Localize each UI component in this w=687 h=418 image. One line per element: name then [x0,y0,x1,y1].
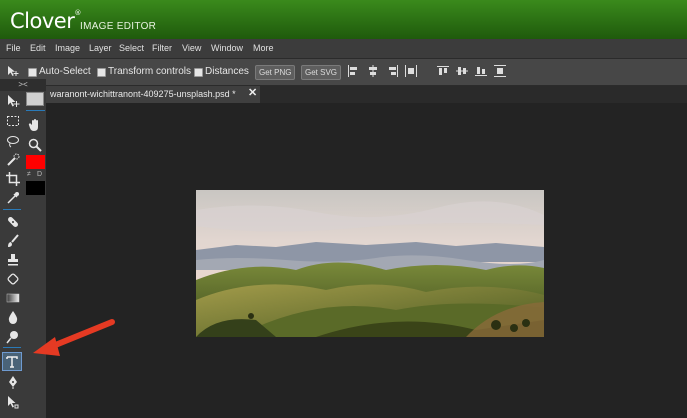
tool-preset-swatch[interactable] [26,92,44,106]
dodge-icon [6,331,18,344]
eraser-tool[interactable] [3,270,23,288]
menu-image[interactable]: Image [55,43,80,53]
hand-icon [28,119,38,131]
background-color-swatch[interactable] [26,181,45,195]
app-subtitle: IMAGE EDITOR [80,21,157,32]
get-png-button[interactable]: Get PNG [255,65,296,80]
marquee-icon [7,116,19,126]
healing-tool[interactable] [3,213,23,231]
quick-select-icon [7,153,20,166]
healing-icon [8,217,18,227]
close-tab-icon[interactable]: ✕ [248,88,257,99]
align-top-icon[interactable] [437,65,449,77]
move-icon [8,95,20,107]
menu-select[interactable]: Select [119,43,144,53]
pen-icon [9,376,17,389]
align-center-h-icon[interactable] [367,65,379,77]
align-middle-v-icon[interactable] [456,65,468,77]
dodge-tool[interactable] [3,328,23,346]
foreground-color-swatch[interactable] [26,155,45,169]
menu-view[interactable]: View [182,43,201,53]
document-image[interactable] [196,190,544,337]
brush-icon [8,234,19,247]
blur-icon [8,311,18,324]
options-bar: Auto-Select Transform controls Distances… [0,59,687,86]
get-svg-button[interactable]: Get SVG [301,65,342,80]
blur-tool[interactable] [3,308,23,326]
align-right-icon[interactable] [387,65,399,77]
menu-more[interactable]: More [253,43,274,53]
tool-separator [3,347,21,348]
path-select-icon [8,396,19,409]
stamp-tool[interactable] [3,251,23,269]
auto-select-checkbox[interactable] [28,68,37,77]
document-tab[interactable]: waranont-wichittranont-409275-unsplash.p… [46,86,260,103]
zoom-icon [28,138,42,152]
distances-label: Distances [205,66,249,77]
lasso-icon [7,136,19,148]
document-tab-title: waranont-wichittranont-409275-unsplash.p… [50,89,236,99]
align-bottom-icon[interactable] [475,65,487,77]
gradient-tool[interactable] [3,289,23,307]
move-tool-icon [7,65,19,77]
text-tool[interactable] [2,352,22,371]
app-header: Clover® IMAGE EDITOR [0,0,687,39]
menu-bar: File Edit Image Layer Select Filter View… [0,39,687,59]
text-icon [6,355,18,368]
distribute-v-icon[interactable] [494,65,506,77]
eyedropper-tool[interactable] [3,189,23,207]
crop-icon [6,172,20,186]
app-logo: Clover® [10,9,81,33]
landscape-photo [196,190,544,337]
menu-edit[interactable]: Edit [30,43,46,53]
toolbar-toggle[interactable]: >< [0,79,46,91]
default-colors-button[interactable]: D [37,171,42,178]
marquee-tool[interactable] [3,112,23,130]
brush-tool[interactable] [3,232,23,250]
distances-checkbox[interactable] [194,68,203,77]
gradient-icon [6,293,20,303]
transform-controls-checkbox[interactable] [97,68,106,77]
align-left-icon[interactable] [347,65,359,77]
tool-separator [3,209,21,210]
eraser-icon [7,273,19,285]
tool-separator [26,110,45,111]
crop-tool[interactable] [3,170,23,188]
menu-layer[interactable]: Layer [89,43,112,53]
stamp-icon [8,254,18,266]
menu-file[interactable]: File [6,43,21,53]
document-tab-bar: waranont-wichittranont-409275-unsplash.p… [46,86,687,103]
auto-select-label: Auto-Select [39,66,91,77]
hand-tool[interactable] [25,116,45,134]
menu-filter[interactable]: Filter [152,43,172,53]
zoom-tool[interactable] [25,136,45,154]
lasso-tool[interactable] [3,132,23,150]
pen-tool[interactable] [3,373,23,391]
swap-colors-button[interactable]: ≠ [27,171,31,178]
distribute-h-icon[interactable] [405,65,417,77]
move-tool[interactable] [3,92,23,110]
quick-select-tool[interactable] [3,151,23,169]
transform-controls-label: Transform controls [108,66,191,77]
eyedropper-icon [7,192,19,204]
menu-window[interactable]: Window [211,43,243,53]
path-select-tool[interactable] [3,393,23,411]
